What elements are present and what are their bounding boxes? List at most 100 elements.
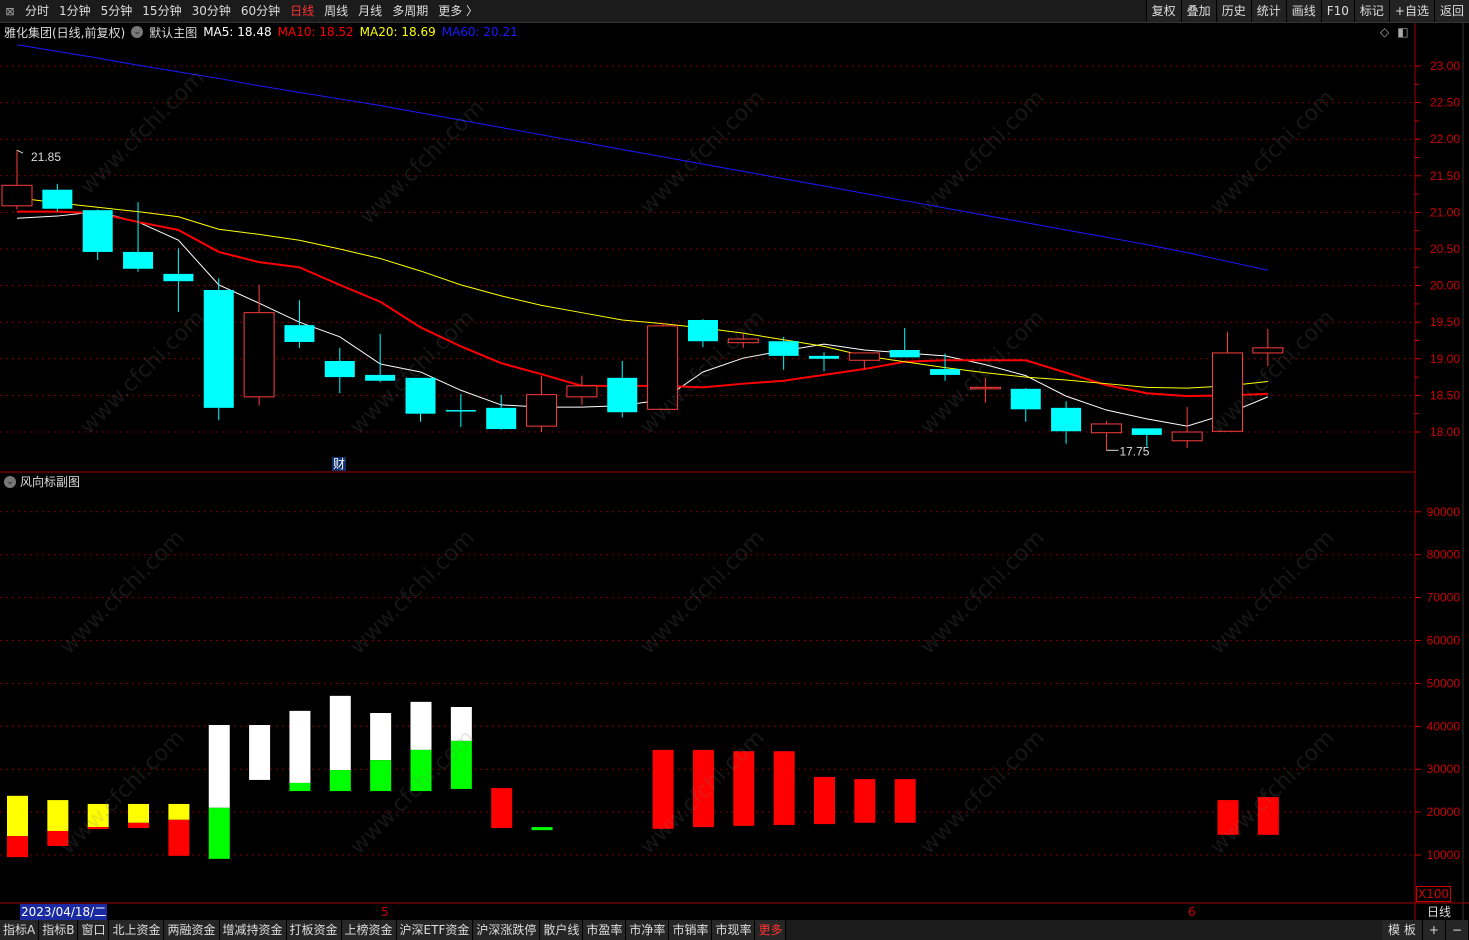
- candle-body: [1051, 407, 1082, 432]
- indicator-bar-yellow: [168, 803, 190, 820]
- indicator-tab[interactable]: 市净率: [626, 920, 670, 940]
- candle-body: [1252, 347, 1284, 354]
- toolbar-button[interactable]: 叠加: [1180, 0, 1216, 22]
- kline-chart[interactable]: 18.00 18.50 19.00 19.50 20.00 20.50 21.00 21.50…: [0, 0, 1469, 940]
- indicator-bar-red: [47, 830, 69, 846]
- volume-tick-label: 40000: [1427, 719, 1461, 733]
- indicator-tab[interactable]: 指标B: [39, 920, 79, 940]
- toolbar-button[interactable]: 复权: [1145, 0, 1181, 22]
- ma5-value: MA5: 18.48: [203, 25, 272, 39]
- indicator-bar-red: [773, 751, 795, 825]
- candle-body: [1212, 352, 1243, 432]
- toolbar-button[interactable]: F10: [1320, 0, 1354, 22]
- indicator-tab[interactable]: 指标A: [0, 920, 40, 940]
- period-tab[interactable]: 30分钟: [187, 0, 236, 22]
- indicator-tab[interactable]: 沪深涨跌停: [473, 920, 541, 940]
- price-tick-label: 23.00: [1430, 59, 1460, 73]
- period-label: 日线: [1426, 905, 1451, 919]
- indicator-bar-red: [7, 836, 28, 858]
- price-tick-label: 22.50: [1430, 96, 1460, 110]
- indicator-bar-red: [733, 751, 755, 826]
- period-tab[interactable]: 15分钟: [137, 0, 186, 22]
- indicator-tab[interactable]: 散户线: [540, 920, 584, 940]
- indicator-tab[interactable]: 沪深ETF资金: [396, 920, 474, 940]
- period-tab[interactable]: 60分钟: [236, 0, 285, 22]
- toolbar-button[interactable]: +自选: [1388, 0, 1434, 22]
- indicator-tab[interactable]: 市现率: [712, 920, 756, 940]
- indicator-bar-white: [289, 710, 311, 783]
- price-tick-label: 19.00: [1430, 352, 1460, 366]
- main-chart-selector[interactable]: 默认主图: [149, 24, 197, 41]
- indicator-tab[interactable]: 窗口: [78, 920, 110, 940]
- candle-body: [82, 210, 113, 252]
- toolbar-button[interactable]: 统计: [1250, 0, 1286, 22]
- ma60-value: MA60: 20.21: [441, 25, 518, 39]
- diamond-icon[interactable]: ◇: [1380, 25, 1389, 39]
- indicator-bar-red: [491, 788, 513, 828]
- indicator-tab[interactable]: 增减持资金: [219, 920, 287, 940]
- indicator-bar-red: [1217, 800, 1239, 835]
- indicator-bar-red: [692, 749, 714, 828]
- indicator-bar-green: [329, 770, 351, 792]
- indicator-tab[interactable]: 更多: [755, 920, 787, 940]
- candle-body: [405, 377, 436, 414]
- sub-chart-title[interactable]: 风向标副图: [20, 473, 80, 490]
- indicator-bar-green: [450, 740, 472, 789]
- period-tab[interactable]: 更多 〉: [433, 0, 483, 22]
- toolbar-button[interactable]: 画线: [1285, 0, 1321, 22]
- indicator-bar-white: [329, 695, 351, 771]
- chevron-down-icon[interactable]: ⌄: [131, 26, 144, 38]
- indicator-bar-white: [410, 701, 432, 750]
- candle-body: [727, 338, 759, 344]
- bottom-button[interactable]: −: [1445, 920, 1469, 940]
- indicator-bar-yellow: [87, 803, 109, 828]
- volume-tick-label: 80000: [1427, 548, 1461, 562]
- candle-body: [687, 320, 718, 342]
- bottom-button[interactable]: +: [1422, 920, 1446, 940]
- price-tick-label: 21.00: [1430, 205, 1460, 219]
- indicator-bar-red: [87, 827, 109, 830]
- candle-body: [566, 385, 598, 398]
- period-tab[interactable]: 日线: [285, 0, 319, 22]
- panel-toggle-icon[interactable]: ◧: [1397, 25, 1408, 39]
- indicator-tab[interactable]: 上榜资金: [341, 920, 397, 940]
- toolbar-button[interactable]: 标记: [1353, 0, 1389, 22]
- candle-body: [969, 386, 1001, 390]
- candle-body: [42, 189, 73, 209]
- ma20-value: MA20: 18.69: [359, 25, 436, 39]
- candle-body: [848, 352, 880, 361]
- indicator-tab[interactable]: 北上资金: [109, 920, 165, 940]
- unit-label: X100: [1416, 886, 1452, 902]
- indicator-tab[interactable]: 市销率: [669, 920, 713, 940]
- indicator-bar-white: [450, 706, 472, 741]
- candle-body: [284, 325, 315, 342]
- period-tab[interactable]: 周线: [319, 0, 353, 22]
- ma10-value: MA10: 18.52: [277, 25, 354, 39]
- candle-body: [1171, 431, 1203, 442]
- bottom-button[interactable]: 模 板: [1382, 920, 1423, 940]
- indicator-tab[interactable]: 市盈率: [583, 920, 627, 940]
- volume-tick-label: 60000: [1427, 634, 1461, 648]
- toolbar-button[interactable]: 历史: [1215, 0, 1251, 22]
- volume-tick-label: 30000: [1427, 762, 1461, 776]
- price-tick-label: 20.50: [1430, 242, 1460, 256]
- indicator-bar-red: [128, 822, 150, 828]
- candle-body: [365, 374, 396, 381]
- menu-icon[interactable]: ⊠: [0, 0, 20, 22]
- toolbar-button[interactable]: 返回: [1433, 0, 1469, 22]
- period-tab[interactable]: 月线: [353, 0, 387, 22]
- indicator-bar-red: [854, 779, 876, 823]
- finance-marker[interactable]: 财: [332, 457, 347, 471]
- candle-body: [1090, 423, 1122, 434]
- indicator-tab[interactable]: 两融资金: [164, 920, 220, 940]
- period-tab[interactable]: 分时: [20, 0, 54, 22]
- period-tab[interactable]: 1分钟: [54, 0, 96, 22]
- candle-body: [324, 360, 355, 378]
- chevron-down-icon[interactable]: ⌄: [4, 475, 16, 488]
- candle-body: [163, 273, 194, 282]
- period-tab[interactable]: 多周期: [387, 0, 433, 22]
- period-tab[interactable]: 5分钟: [96, 0, 138, 22]
- indicator-bar-green: [531, 827, 553, 831]
- price-tick-label: 20.00: [1430, 279, 1460, 293]
- indicator-tab[interactable]: 打板资金: [286, 920, 342, 940]
